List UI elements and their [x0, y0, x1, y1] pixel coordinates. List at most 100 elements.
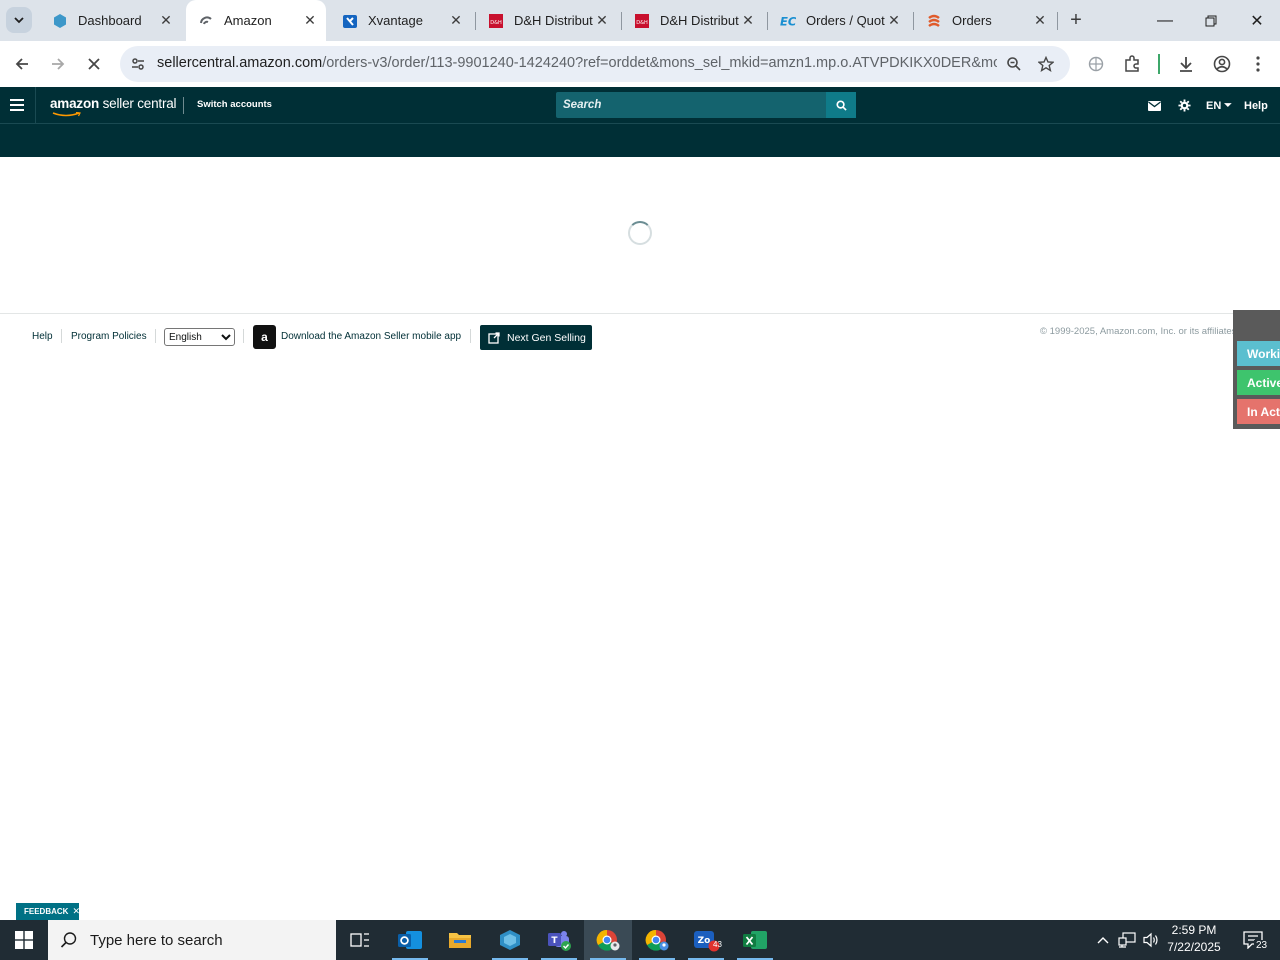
- globe-icon: [1088, 56, 1104, 72]
- zoho-app[interactable]: Zo 43: [682, 920, 730, 960]
- close-icon[interactable]: ✕: [72, 906, 80, 917]
- close-window-button[interactable]: ✕: [1234, 0, 1280, 41]
- network-button[interactable]: [1116, 920, 1138, 960]
- back-button[interactable]: [8, 50, 36, 78]
- hexagon-icon: [52, 13, 68, 29]
- taskbar-search-box[interactable]: Type here to search: [48, 920, 336, 960]
- chrome-app-active[interactable]: [584, 920, 632, 960]
- svg-text:EC: EC: [780, 14, 796, 28]
- profile-button[interactable]: [1208, 50, 1236, 78]
- tab-orders[interactable]: Orders ✕: [914, 0, 1056, 41]
- tab-title: Xvantage: [368, 13, 423, 28]
- tab-title: D&H Distribut: [514, 13, 593, 28]
- kebab-menu-icon: [1256, 56, 1260, 72]
- next-gen-selling-button[interactable]: Next Gen Selling: [480, 325, 592, 350]
- notification-center-button[interactable]: 23: [1236, 920, 1270, 960]
- teams-app[interactable]: T: [535, 920, 583, 960]
- switch-accounts-link[interactable]: Switch accounts: [197, 99, 272, 110]
- feedback-button[interactable]: FEEDBACK ✕: [16, 903, 80, 920]
- url-host: sellercentral.amazon.com: [157, 55, 323, 71]
- pinned-app-blue[interactable]: [486, 920, 534, 960]
- excel-app[interactable]: [731, 920, 779, 960]
- language-selector[interactable]: EN: [1206, 87, 1232, 124]
- hamburger-menu-icon[interactable]: [10, 99, 24, 111]
- chrome-app-profile-2[interactable]: [633, 920, 681, 960]
- close-icon[interactable]: ✕: [740, 12, 756, 29]
- tab-orders-quotes[interactable]: EC Orders / Quot ✕: [768, 0, 910, 41]
- close-icon[interactable]: ✕: [886, 12, 902, 29]
- loading-icon: [198, 13, 214, 29]
- settings-button[interactable]: [1178, 87, 1194, 124]
- excel-icon: [743, 931, 767, 949]
- windows-logo-icon: [15, 931, 33, 949]
- status-inactive-button[interactable]: In Active: [1237, 399, 1280, 424]
- svg-text:T: T: [551, 936, 558, 946]
- footer-help-link[interactable]: Help: [32, 324, 53, 348]
- forward-button[interactable]: [44, 50, 72, 78]
- clock-time: 2:59 PM: [1171, 923, 1217, 937]
- show-hidden-icons-button[interactable]: [1092, 920, 1114, 960]
- search-button[interactable]: [826, 92, 856, 118]
- zoho-badge-count: 43: [713, 940, 722, 949]
- download-icon: [1180, 57, 1192, 72]
- gear-icon: [1178, 99, 1191, 112]
- zoom-button[interactable]: [1000, 50, 1028, 78]
- new-tab-button[interactable]: +: [1064, 8, 1088, 32]
- taskbar-clock[interactable]: 2:59 PM 7/22/2025: [1160, 922, 1228, 958]
- tab-strip: Dashboard ✕ Amazon ✕ Xvantage ✕ D&H D&H …: [0, 0, 1280, 41]
- messages-button[interactable]: [1148, 87, 1164, 124]
- status-active-button[interactable]: Active: [1237, 370, 1280, 395]
- site-info-icon[interactable]: [128, 54, 148, 74]
- address-bar[interactable]: sellercentral.amazon.com/orders-v3/order…: [120, 46, 1070, 82]
- status-side-panel: Working Active In Active: [1233, 310, 1280, 429]
- stop-loading-button[interactable]: [80, 50, 108, 78]
- chrome-icon: [596, 929, 620, 951]
- tab-dashboard[interactable]: Dashboard ✕: [40, 0, 182, 41]
- volume-button[interactable]: [1140, 920, 1162, 960]
- tab-dh-distribution-1[interactable]: D&H D&H Distribut ✕: [476, 0, 618, 41]
- seller-central-logo[interactable]: amazon seller central: [50, 96, 177, 111]
- close-icon[interactable]: ✕: [302, 12, 318, 29]
- tab-title: Dashboard: [78, 13, 142, 28]
- close-icon[interactable]: ✕: [448, 12, 464, 29]
- amazon-app-icon[interactable]: a: [253, 325, 276, 349]
- close-icon[interactable]: ✕: [594, 12, 610, 29]
- file-explorer-app[interactable]: [436, 920, 484, 960]
- taskbar-search-placeholder: Type here to search: [90, 931, 223, 949]
- close-icon[interactable]: ✕: [1032, 12, 1048, 29]
- plus-icon: +: [1070, 8, 1082, 31]
- status-working-button[interactable]: Working: [1237, 341, 1280, 366]
- tab-xvantage[interactable]: Xvantage ✕: [330, 0, 472, 41]
- tab-search-button[interactable]: [6, 7, 32, 33]
- close-icon: ✕: [1250, 12, 1264, 30]
- download-app-link[interactable]: Download the Amazon Seller mobile app: [281, 324, 461, 348]
- footer-separator: [243, 329, 244, 343]
- tab-amazon[interactable]: Amazon ✕: [186, 0, 326, 41]
- start-button[interactable]: [0, 920, 48, 960]
- outlook-app[interactable]: [386, 920, 434, 960]
- chevron-up-icon: [1097, 937, 1109, 944]
- browser-menu-button[interactable]: [1244, 50, 1272, 78]
- translate-extension-button[interactable]: [1082, 50, 1110, 78]
- seller-search-input[interactable]: [556, 92, 826, 118]
- tab-dh-distribution-2[interactable]: D&H D&H Distribut ✕: [622, 0, 764, 41]
- ec-logo-icon: EC: [780, 13, 796, 29]
- help-link[interactable]: Help: [1244, 87, 1268, 124]
- footer-program-policies-link[interactable]: Program Policies: [71, 324, 147, 348]
- feedback-label: FEEDBACK: [24, 907, 69, 916]
- next-gen-selling-label: Next Gen Selling: [507, 331, 586, 344]
- downloads-button[interactable]: [1172, 50, 1200, 78]
- task-view-icon: [350, 933, 369, 947]
- svg-text:D&H: D&H: [636, 20, 648, 26]
- extensions-button[interactable]: [1118, 50, 1146, 78]
- footer-separator: [155, 329, 156, 343]
- network-icon: [1118, 932, 1136, 948]
- tab-title: Orders / Quot: [806, 13, 885, 28]
- task-view-button[interactable]: [336, 920, 384, 960]
- language-label: EN: [1206, 99, 1222, 112]
- bookmark-button[interactable]: [1032, 50, 1060, 78]
- close-icon[interactable]: ✕: [158, 12, 174, 29]
- restore-button[interactable]: [1188, 0, 1234, 41]
- footer-language-select[interactable]: English: [164, 328, 235, 346]
- minimize-button[interactable]: —: [1142, 0, 1188, 41]
